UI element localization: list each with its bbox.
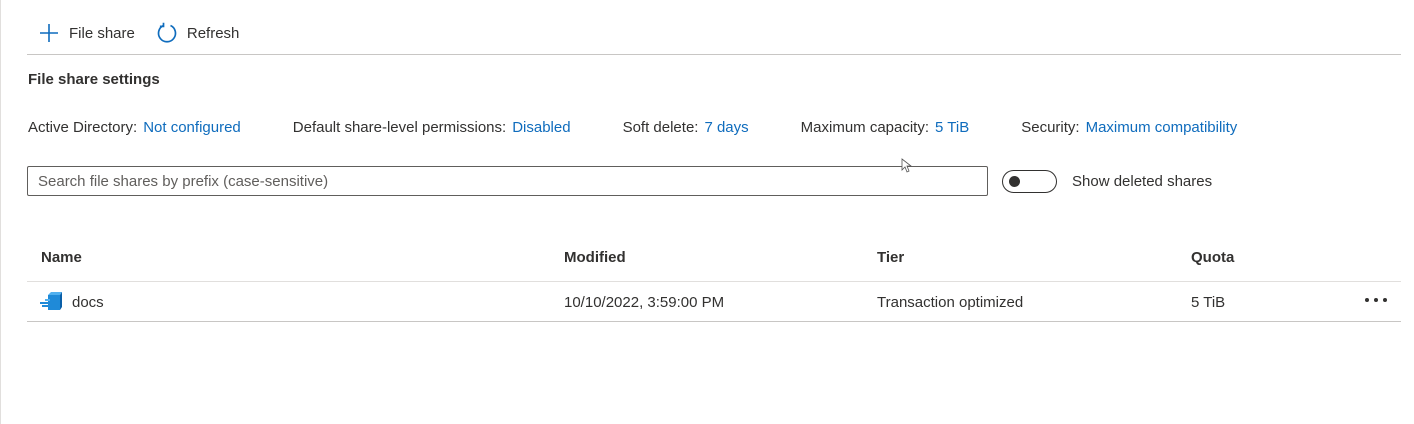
table-header: Name Modified Tier Quota <box>27 240 1401 282</box>
share-name-link[interactable]: docs <box>72 294 104 311</box>
search-box <box>27 166 988 196</box>
show-deleted-toggle[interactable] <box>1002 170 1057 193</box>
setting-active-directory: Active Directory: Not configured <box>28 119 241 136</box>
toggle-knob <box>1009 176 1020 187</box>
setting-key: Active Directory: <box>28 119 138 136</box>
cell-tier: Transaction optimized <box>877 294 1024 311</box>
mouse-cursor-icon <box>901 158 913 173</box>
setting-share-permissions-link[interactable]: Disabled <box>512 119 570 136</box>
setting-max-capacity: Maximum capacity: 5 TiB <box>801 119 970 136</box>
plus-icon <box>38 22 60 44</box>
setting-soft-delete: Soft delete: 7 days <box>623 119 749 136</box>
column-header-modified[interactable]: Modified <box>564 249 626 266</box>
setting-max-capacity-link[interactable]: 5 TiB <box>935 119 969 136</box>
settings-title: File share settings <box>28 71 160 88</box>
refresh-label: Refresh <box>186 24 240 42</box>
add-file-share-label: File share <box>69 24 135 42</box>
search-input[interactable] <box>28 167 988 195</box>
show-deleted-label: Show deleted shares <box>1072 173 1213 190</box>
cell-modified: 10/10/2022, 3:59:00 PM <box>564 294 725 311</box>
setting-share-permissions: Default share-level permissions: Disabled <box>293 119 571 136</box>
table-row[interactable]: docs 10/10/2022, 3:59:00 PM Transaction … <box>27 282 1401 322</box>
settings-row: Active Directory: Not configured Default … <box>28 119 1237 136</box>
command-bar-divider <box>27 54 1401 55</box>
refresh-icon <box>156 22 178 44</box>
column-header-quota[interactable]: Quota <box>1191 249 1234 266</box>
setting-key: Default share-level permissions: <box>292 119 507 136</box>
setting-security-link[interactable]: Maximum compatibility <box>1086 119 1238 136</box>
setting-key: Maximum capacity: <box>800 119 930 136</box>
file-share-icon <box>39 291 65 313</box>
setting-active-directory-link[interactable]: Not configured <box>143 119 241 136</box>
pane-left-border <box>0 0 1 424</box>
setting-security: Security: Maximum compatibility <box>1021 119 1237 136</box>
more-icon[interactable] <box>1364 290 1390 310</box>
setting-key: Soft delete: <box>622 119 699 136</box>
column-header-name[interactable]: Name <box>41 249 82 266</box>
add-file-share-button[interactable]: File share <box>38 22 135 44</box>
command-bar: File share Refresh <box>38 18 260 48</box>
setting-key: Security: <box>1021 119 1080 136</box>
column-header-tier[interactable]: Tier <box>877 249 904 266</box>
setting-soft-delete-link[interactable]: 7 days <box>704 119 748 136</box>
cell-quota: 5 TiB <box>1191 294 1226 311</box>
refresh-button[interactable]: Refresh <box>156 22 240 44</box>
